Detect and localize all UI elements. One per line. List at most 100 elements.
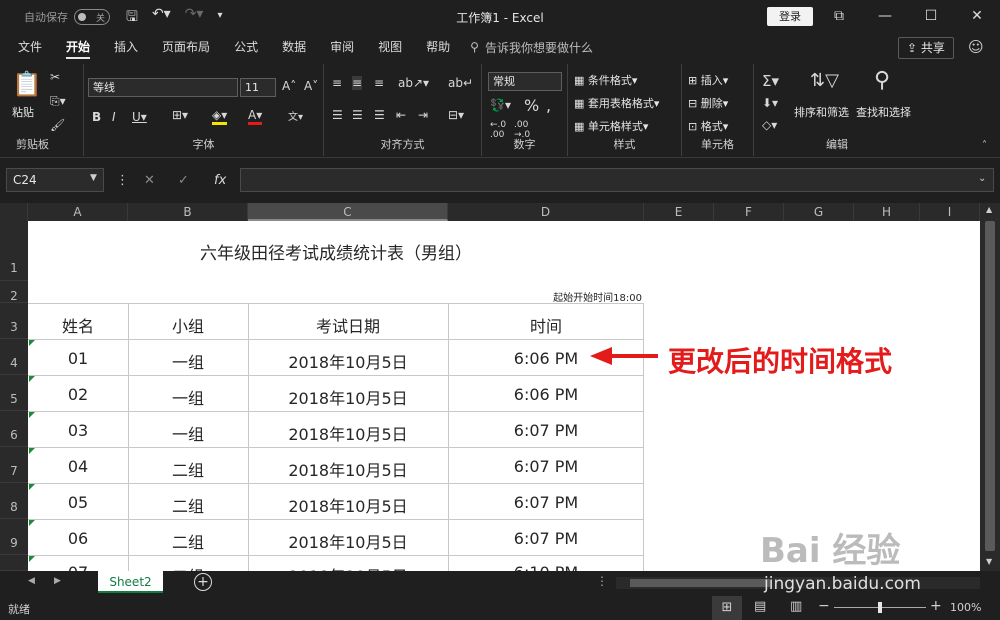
save-icon[interactable]: 🖫 bbox=[126, 6, 138, 30]
font-size-select[interactable]: 11 bbox=[240, 78, 276, 97]
cell-time[interactable]: 6:07 PM bbox=[448, 493, 644, 512]
format-cells-button[interactable]: ⊡ 格式▾ bbox=[688, 118, 728, 134]
orientation-icon[interactable]: ab↗▾ bbox=[398, 76, 429, 90]
cell-name[interactable]: 04 bbox=[28, 457, 128, 476]
row-header-10[interactable] bbox=[0, 555, 28, 571]
tab-view[interactable]: 视图 bbox=[366, 34, 414, 60]
cell-date[interactable]: 2018年10月5日 bbox=[248, 349, 448, 373]
cell-date[interactable]: 2018年10月5日 bbox=[248, 563, 448, 571]
align-middle-icon[interactable]: ≡ bbox=[352, 76, 363, 90]
row-header-4[interactable]: 4 bbox=[0, 339, 28, 375]
align-center-icon[interactable]: ☰ bbox=[352, 108, 363, 122]
scroll-right-icon[interactable]: ▶ bbox=[54, 576, 61, 586]
align-left-icon[interactable]: ☰ bbox=[332, 108, 343, 122]
decrease-font-icon[interactable]: A˅ bbox=[304, 79, 318, 93]
new-sheet-icon[interactable]: + bbox=[194, 573, 212, 591]
row-header-7[interactable]: 7 bbox=[0, 447, 28, 483]
cell-name[interactable]: 05 bbox=[28, 493, 128, 512]
sort-filter-button[interactable]: 排序和筛选 bbox=[794, 104, 849, 120]
header-group[interactable]: 小组 bbox=[128, 313, 248, 337]
cancel-icon[interactable]: ✕ bbox=[144, 173, 155, 188]
cell-name[interactable]: 03 bbox=[28, 421, 128, 440]
zoom-slider[interactable] bbox=[834, 602, 926, 613]
cell-name[interactable]: 02 bbox=[28, 385, 128, 404]
column-header-g[interactable]: G bbox=[784, 203, 854, 221]
cell-group[interactable]: 二组 bbox=[128, 457, 248, 481]
close-icon[interactable]: ✕ bbox=[954, 0, 1000, 32]
scroll-down-icon[interactable]: ▼ bbox=[986, 557, 992, 566]
find-select-icon[interactable]: ⚲ bbox=[874, 68, 890, 93]
zoom-level[interactable]: 100% bbox=[950, 601, 981, 614]
scroll-up-icon[interactable]: ▲ bbox=[986, 205, 992, 214]
cell-date[interactable]: 2018年10月5日 bbox=[248, 385, 448, 409]
decrease-indent-icon[interactable]: ⇤ bbox=[396, 108, 406, 122]
column-header-e[interactable]: E bbox=[644, 203, 714, 221]
cell-group[interactable]: 二组 bbox=[128, 493, 248, 517]
ribbon-display-icon[interactable]: ⧉ bbox=[816, 0, 862, 32]
row-header-8[interactable]: 8 bbox=[0, 483, 28, 519]
cell-time[interactable]: 6:07 PM bbox=[448, 457, 644, 476]
cell-styles-button[interactable]: ▦ 单元格样式▾ bbox=[574, 118, 648, 134]
cell-date[interactable]: 2018年10月5日 bbox=[248, 493, 448, 517]
insert-cells-button[interactable]: ⊞ 插入▾ bbox=[688, 72, 728, 88]
cell-date[interactable]: 2018年10月5日 bbox=[248, 421, 448, 445]
cell-group[interactable]: 二组 bbox=[128, 529, 248, 553]
vertical-scrollbar[interactable]: ▲ ▼ bbox=[980, 203, 1000, 571]
phonetic-icon[interactable]: 文▾ bbox=[288, 108, 303, 123]
minimize-icon[interactable]: — bbox=[862, 0, 908, 32]
conditional-format-button[interactable]: ▦ 条件格式▾ bbox=[574, 72, 637, 88]
accounting-format-icon[interactable]: 💱▾ bbox=[490, 98, 511, 112]
page-layout-view-icon[interactable]: ▤ bbox=[754, 599, 766, 614]
cell-group[interactable]: 一组 bbox=[128, 385, 248, 409]
tab-insert[interactable]: 插入 bbox=[102, 34, 150, 60]
cell-time[interactable]: 6:06 PM bbox=[448, 385, 644, 404]
name-box-dropdown-icon[interactable]: ▼ bbox=[90, 173, 97, 183]
format-painter-icon[interactable]: 🖌 bbox=[50, 118, 65, 132]
cut-icon[interactable]: ✂ bbox=[50, 70, 60, 84]
header-time[interactable]: 时间 bbox=[448, 313, 644, 337]
scroll-left-icon[interactable]: ◀ bbox=[28, 576, 35, 586]
maximize-icon[interactable]: ☐ bbox=[908, 0, 954, 32]
tab-page-layout[interactable]: 页面布局 bbox=[150, 34, 222, 60]
autosave[interactable]: 自动保存 关 bbox=[24, 9, 110, 25]
cell-name[interactable]: 06 bbox=[28, 529, 128, 548]
cell-group[interactable]: 二组 bbox=[128, 563, 248, 571]
borders-icon[interactable]: ⊞▾ bbox=[172, 108, 188, 122]
delete-cells-button[interactable]: ⊟ 删除▾ bbox=[688, 95, 728, 111]
wrap-text-icon[interactable]: ab↵ bbox=[448, 76, 473, 90]
underline-icon[interactable]: U▾ bbox=[132, 110, 147, 124]
normal-view-icon[interactable]: ⊞ bbox=[712, 596, 742, 620]
align-bottom-icon[interactable]: ≡ bbox=[374, 76, 384, 90]
font-name-select[interactable]: 等线 bbox=[88, 78, 238, 97]
zoom-out-icon[interactable]: − bbox=[818, 598, 830, 614]
sheet-title[interactable]: 六年级田径考试成绩统计表（男组） bbox=[128, 239, 544, 264]
enter-icon[interactable]: ✓ bbox=[178, 173, 189, 188]
sort-filter-icon[interactable]: ⇅▽ bbox=[810, 70, 839, 91]
clear-icon[interactable]: ◇▾ bbox=[762, 118, 777, 132]
column-header-i[interactable]: I bbox=[920, 203, 980, 221]
tab-review[interactable]: 审阅 bbox=[318, 34, 366, 60]
tab-split-handle-icon[interactable]: ⋮ bbox=[596, 574, 608, 588]
login-button[interactable]: 登录 bbox=[767, 7, 813, 26]
tab-data[interactable]: 数据 bbox=[270, 34, 318, 60]
header-name[interactable]: 姓名 bbox=[28, 313, 128, 337]
select-all-corner[interactable] bbox=[0, 203, 28, 221]
customize-qat-icon[interactable]: ▾ bbox=[217, 6, 222, 30]
copy-icon[interactable]: ⎘▾ bbox=[50, 94, 66, 109]
redo-icon[interactable]: ↷▾ bbox=[185, 6, 204, 30]
collapse-ribbon-icon[interactable]: ˄ bbox=[982, 140, 987, 151]
comma-style-icon[interactable]: , bbox=[546, 96, 551, 115]
row-header-9[interactable]: 9 bbox=[0, 519, 28, 555]
row-header-3[interactable]: 3 bbox=[0, 303, 28, 339]
cell-name[interactable]: 07 bbox=[28, 563, 128, 571]
column-header-f[interactable]: F bbox=[714, 203, 784, 221]
autosave-toggle[interactable]: 关 bbox=[74, 9, 110, 25]
column-header-d[interactable]: D bbox=[448, 203, 644, 221]
horizontal-scroll-thumb[interactable] bbox=[630, 579, 770, 587]
cell-name[interactable]: 01 bbox=[28, 349, 128, 368]
formula-input[interactable] bbox=[240, 168, 994, 192]
start-time-note[interactable]: 起始开始时间18:00 bbox=[448, 289, 642, 304]
align-top-icon[interactable]: ≡ bbox=[332, 76, 342, 90]
undo-icon[interactable]: ↶▾ bbox=[152, 6, 171, 30]
insert-function-icon[interactable]: fx bbox=[214, 173, 226, 188]
